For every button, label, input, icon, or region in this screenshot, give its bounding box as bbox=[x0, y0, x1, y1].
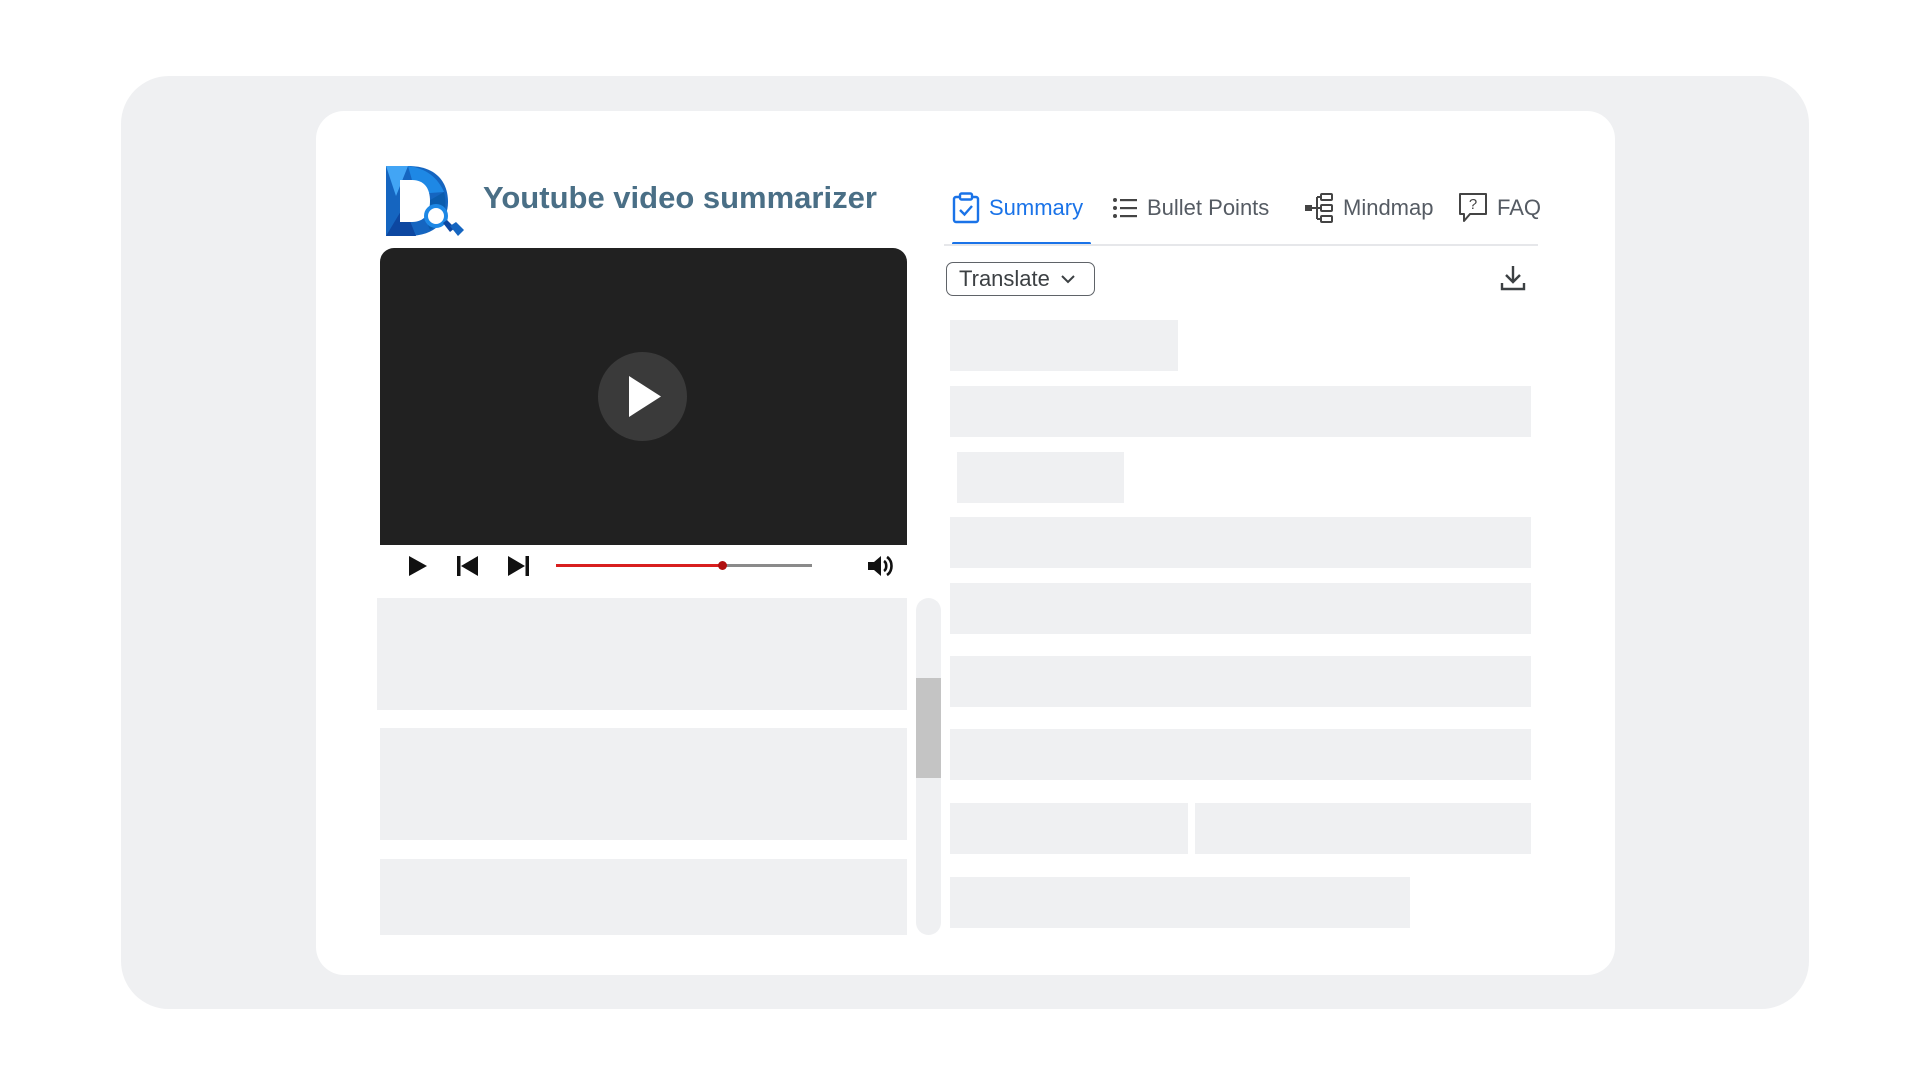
tab-mindmap-label: Mindmap bbox=[1343, 195, 1434, 220]
app-title: Youtube video summarizer bbox=[483, 180, 877, 215]
tab-bullet-points[interactable]: Bullet Points bbox=[1112, 190, 1269, 226]
skip-next-icon[interactable] bbox=[504, 551, 534, 581]
chevron-down-icon bbox=[1061, 275, 1075, 284]
play-icon bbox=[629, 376, 661, 417]
tab-summary-label: Summary bbox=[989, 195, 1084, 220]
player-controls bbox=[380, 545, 907, 585]
tab-mindmap[interactable]: Mindmap bbox=[1304, 190, 1433, 226]
summary-line-placeholder bbox=[950, 656, 1531, 707]
download-icon[interactable] bbox=[1497, 262, 1529, 294]
translate-dropdown[interactable]: Translate bbox=[946, 262, 1095, 296]
summary-line-placeholder bbox=[950, 583, 1531, 634]
summary-line-placeholder bbox=[950, 729, 1531, 780]
scrollbar-thumb[interactable] bbox=[916, 678, 941, 778]
transcript-item-placeholder bbox=[377, 598, 907, 710]
question-bubble-icon: ? bbox=[1459, 193, 1487, 222]
list-icon bbox=[1113, 198, 1137, 218]
tab-faq[interactable]: ? FAQ bbox=[1458, 190, 1541, 226]
svg-text:?: ? bbox=[1469, 196, 1477, 213]
big-play-button[interactable] bbox=[598, 352, 687, 441]
summary-line-placeholder bbox=[950, 386, 1531, 437]
tab-bullet-points-label: Bullet Points bbox=[1147, 195, 1270, 220]
progress-bar[interactable] bbox=[556, 560, 812, 570]
summary-line-placeholder bbox=[950, 517, 1531, 568]
summary-line-placeholder bbox=[957, 452, 1124, 503]
tab-faq-label: FAQ bbox=[1497, 195, 1542, 220]
mindmap-icon bbox=[1305, 193, 1333, 223]
video-player[interactable] bbox=[380, 248, 907, 545]
summary-line-placeholder bbox=[1195, 803, 1531, 854]
transcript-item-placeholder bbox=[380, 728, 907, 840]
translate-label: Translate bbox=[959, 266, 1050, 291]
summary-line-placeholder bbox=[950, 803, 1188, 854]
progress-fill bbox=[556, 564, 723, 567]
transcript-item-placeholder bbox=[380, 859, 907, 935]
progress-knob[interactable] bbox=[717, 560, 727, 570]
summary-line-placeholder bbox=[950, 320, 1178, 371]
volume-icon[interactable] bbox=[865, 551, 895, 581]
dq-logo-icon bbox=[386, 166, 464, 236]
clipboard-check-icon bbox=[952, 192, 980, 224]
play-icon[interactable] bbox=[402, 551, 432, 581]
tab-divider bbox=[944, 244, 1538, 246]
skip-previous-icon[interactable] bbox=[452, 551, 482, 581]
summary-line-placeholder bbox=[950, 877, 1410, 928]
tab-summary[interactable]: Summary bbox=[952, 190, 1083, 226]
tab-bar: Summary Bullet Points Mindmap ? FAQ bbox=[944, 180, 1541, 246]
transcript-scrollbar[interactable] bbox=[916, 598, 941, 935]
